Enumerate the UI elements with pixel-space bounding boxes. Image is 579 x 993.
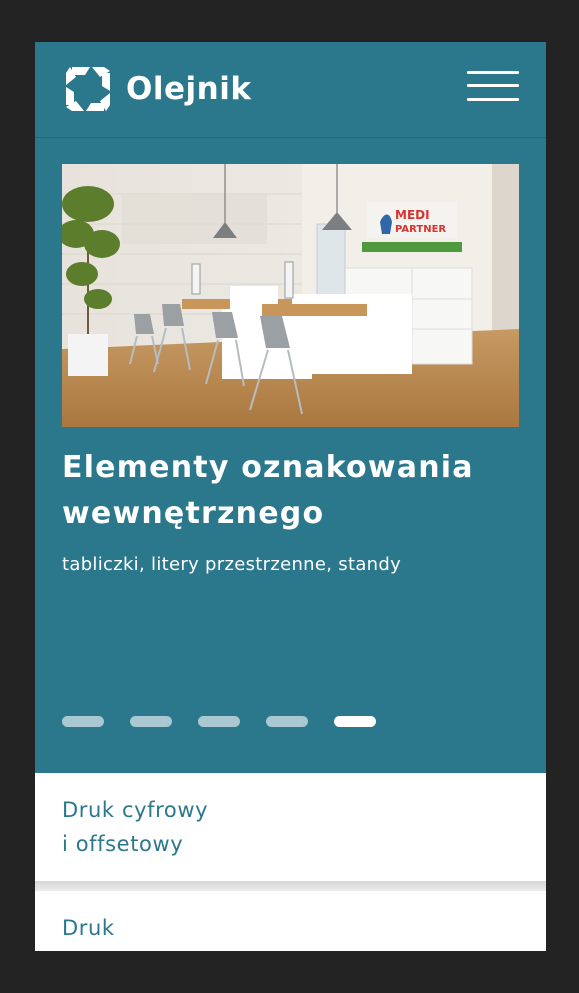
page-frame: Olejnik MEDI PARTNER Elementy oznakowani… [35,42,546,951]
hero-slider: MEDI PARTNER Elementy oznakowania wewnęt… [35,138,546,773]
menu-bar [467,84,519,87]
service-label: Druk wielkoformatowy [62,916,249,951]
hero-title: Elementy oznakowania wewnętrznego [62,450,474,531]
hero-subtitle: tabliczki, litery przestrzenne, standy [62,554,402,575]
svg-text:PARTNER: PARTNER [395,224,446,235]
slider-dot-3[interactable] [198,716,240,727]
site-header: Olejnik [35,42,546,138]
service-link-druk-wielkoformatowy[interactable]: Druk wielkoformatowy [35,891,546,951]
hamburger-menu-icon [467,71,519,74]
menu-bar [467,98,519,101]
hero-office-image: MEDI PARTNER [62,164,519,427]
hamburger-menu-button[interactable] [467,69,519,103]
service-link-druk-cyfrowy[interactable]: Druk cyfrowy i offsetowy [35,773,546,883]
olejnik-logo-icon [66,67,110,111]
slider-pagination [62,716,402,727]
svg-text:MEDI: MEDI [395,208,430,222]
divider [35,881,546,891]
logo-link[interactable]: Olejnik [62,63,251,115]
slider-dot-1[interactable] [62,716,104,727]
slider-dot-5-active[interactable] [334,716,376,727]
service-label: Druk cyfrowy i offsetowy [62,798,209,856]
slider-dot-2[interactable] [130,716,172,727]
slider-dot-4[interactable] [266,716,308,727]
brand-name: Olejnik [126,71,252,107]
